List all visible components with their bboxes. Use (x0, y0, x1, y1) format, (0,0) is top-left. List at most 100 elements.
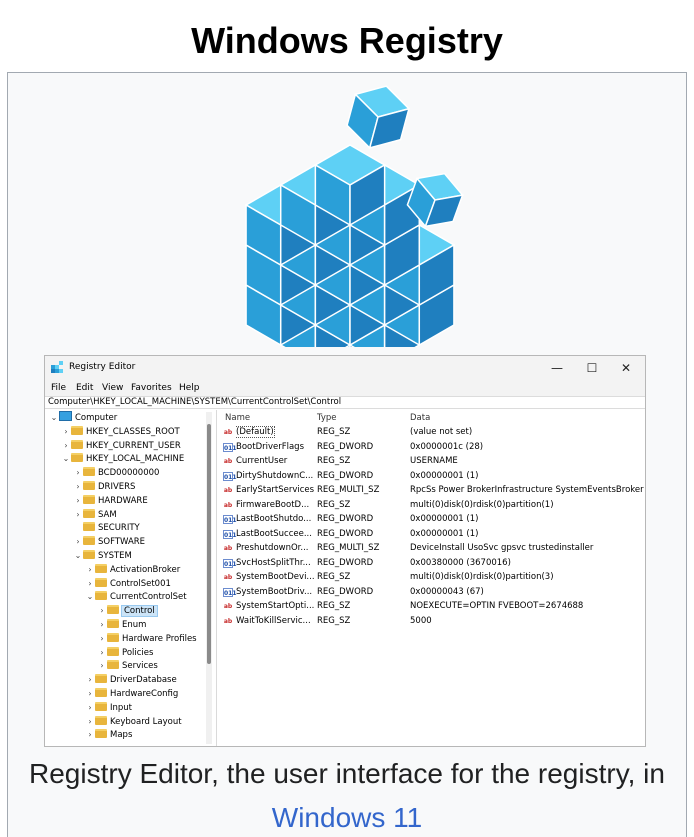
chevron-down-icon[interactable]: ⌄ (85, 590, 95, 604)
chevron-right-icon[interactable]: › (85, 701, 95, 715)
tree-item[interactable]: › Maps (85, 728, 132, 742)
value-row[interactable]: ab PreshutdownOr... REG_MULTI_SZ DeviceInst… (221, 541, 645, 555)
tree-item[interactable]: › Control (97, 604, 158, 618)
menu-file[interactable]: File (51, 383, 66, 393)
binary-value-icon: 011 (223, 529, 237, 539)
tree-item[interactable]: › Hardware Profiles (97, 632, 197, 646)
tree-item[interactable]: › ControlSet001 (85, 577, 171, 591)
tree-item[interactable]: › Enum (97, 618, 146, 632)
chevron-down-icon[interactable]: ⌄ (61, 452, 71, 466)
menu-favorites[interactable]: Favorites (131, 383, 172, 393)
chevron-down-icon[interactable]: ⌄ (49, 411, 59, 425)
value-row[interactable]: ab WaitToKillServic... REG_SZ 5000 (221, 614, 645, 628)
minimize-icon[interactable]: — (542, 358, 572, 378)
folder-icon (95, 688, 107, 697)
string-value-icon: ab (223, 617, 233, 625)
value-type: REG_DWORD (317, 441, 374, 452)
tree-item[interactable]: › Policies (97, 646, 153, 660)
tree-item[interactable]: ⌄ HKEY_LOCAL_MACHINE (61, 452, 184, 466)
value-type: REG_SZ (317, 615, 351, 626)
tree-item[interactable]: ⌄ SYSTEM (73, 549, 132, 563)
menu-edit[interactable]: Edit (76, 383, 93, 393)
close-icon[interactable]: ✕ (611, 358, 641, 378)
column-header-data[interactable]: Data (410, 413, 430, 423)
tree-item-label: SOFTWARE (98, 537, 146, 548)
chevron-right-icon[interactable]: › (85, 715, 95, 729)
tree-item[interactable]: › DriverDatabase (85, 673, 177, 687)
binary-value-icon: 011 (223, 587, 237, 597)
tree-item-label: Computer (75, 413, 118, 423)
chevron-right-icon[interactable]: › (85, 577, 95, 591)
folder-icon (83, 481, 95, 490)
chevron-right-icon[interactable]: › (97, 632, 107, 646)
value-row[interactable]: 011 LastBootShutdo... REG_DWORD 0x00000001 … (221, 512, 645, 526)
value-row[interactable]: 011 DirtyShutdownC... REG_DWORD 0x00000001 … (221, 469, 645, 483)
value-type: REG_SZ (317, 499, 351, 510)
pane-splitter[interactable] (216, 410, 217, 746)
chevron-right-icon[interactable]: › (85, 687, 95, 701)
chevron-down-icon[interactable]: ⌄ (73, 549, 83, 563)
chevron-right-icon[interactable]: › (97, 604, 107, 618)
tree-item-label: Hardware Profiles (122, 633, 197, 644)
chevron-right-icon[interactable]: › (61, 425, 71, 439)
tree-item-label: DriverDatabase (110, 675, 177, 686)
title-bar[interactable]: Registry Editor — ☐ ✕ (45, 356, 645, 380)
tree-item[interactable]: › Services (97, 659, 158, 673)
chevron-right-icon[interactable]: › (97, 659, 107, 673)
value-row[interactable]: 011 LastBootSuccee... REG_DWORD 0x00000001 … (221, 527, 645, 541)
value-row[interactable]: 011 SystemBootDriv... REG_DWORD 0x00000043 … (221, 585, 645, 599)
tree-scrollbar-thumb[interactable] (207, 424, 211, 664)
maximize-icon[interactable]: ☐ (577, 358, 607, 378)
chevron-right-icon[interactable]: › (73, 480, 83, 494)
value-row[interactable]: ab EarlyStartServices REG_MULTI_SZ RpcSs Po… (221, 483, 645, 497)
value-row[interactable]: ab CurrentUser REG_SZ USERNAME (221, 454, 645, 468)
chevron-right-icon[interactable]: › (85, 563, 95, 577)
string-value-icon: ab (223, 574, 233, 581)
chevron-right-icon[interactable]: › (97, 646, 107, 660)
tree-item-label: CurrentControlSet (110, 592, 187, 603)
tree-item[interactable]: › Keyboard Layout (85, 715, 182, 729)
folder-icon (83, 494, 95, 504)
tree-item[interactable]: › BCD00000000 (73, 466, 159, 480)
chevron-right-icon[interactable]: › (73, 508, 83, 522)
tree-item[interactable]: › SAM (73, 508, 117, 522)
tree-item-label: Policies (122, 647, 154, 658)
chevron-right-icon[interactable]: › (97, 618, 107, 632)
tree-item[interactable]: › SOFTWARE (73, 535, 145, 549)
chevron-right-icon[interactable]: › (85, 728, 95, 742)
computer-icon (59, 411, 72, 421)
chevron-right-icon[interactable]: › (73, 535, 83, 549)
tree-item-label: HKEY_CLASSES_ROOT (86, 426, 180, 437)
menu-help[interactable]: Help (179, 383, 200, 393)
tree-item[interactable]: › HKEY_CURRENT_USER (61, 439, 181, 453)
column-header-name[interactable]: Name (225, 413, 250, 423)
chevron-right-icon[interactable]: › (85, 673, 95, 687)
value-row[interactable]: 011 BootDriverFlags REG_DWORD 0x0000001c (2… (221, 440, 645, 454)
tree-item-label: SAM (98, 509, 117, 520)
address-bar[interactable]: Computer\HKEY_LOCAL_MACHINE\SYSTEM\Curre… (45, 396, 645, 409)
folder-icon (71, 453, 83, 463)
value-row[interactable]: ab FirmwareBootD... REG_SZ multi(0)disk(0)r… (221, 498, 645, 512)
folder-icon (83, 522, 95, 532)
folder-icon (95, 563, 107, 573)
tree-item[interactable]: › Input (85, 701, 132, 715)
value-row[interactable]: ab (Default) REG_SZ (value not set) (221, 425, 645, 439)
tree-item[interactable]: ⌄ Computer (49, 411, 117, 425)
tree-item[interactable]: › ActivationBroker (85, 563, 180, 577)
tree-item[interactable]: › HardwareConfig (85, 687, 178, 701)
tree-item[interactable]: › HARDWARE (73, 494, 148, 508)
menu-view[interactable]: View (102, 383, 123, 393)
chevron-right-icon[interactable]: › (61, 439, 71, 453)
value-row[interactable]: ab SystemBootDevi... REG_SZ multi(0)disk(0)… (221, 570, 645, 584)
folder-icon (107, 619, 119, 628)
chevron-right-icon[interactable]: › (73, 494, 83, 508)
value-row[interactable]: 011 SvcHostSplitThr... REG_DWORD 0x00380000… (221, 556, 645, 570)
tree-item[interactable]: › HKEY_CLASSES_ROOT (61, 425, 180, 439)
windows-11-link[interactable]: Windows 11 (272, 802, 422, 833)
tree-item[interactable]: › DRIVERS (73, 480, 135, 494)
tree-item[interactable]: SECURITY (73, 521, 140, 535)
value-row[interactable]: ab SystemStartOpti... REG_SZ NOEXECUTE=OPT… (221, 599, 645, 613)
tree-item[interactable]: ⌄ CurrentControlSet (85, 590, 187, 604)
chevron-right-icon[interactable]: › (73, 466, 83, 480)
column-header-type[interactable]: Type (317, 413, 337, 423)
